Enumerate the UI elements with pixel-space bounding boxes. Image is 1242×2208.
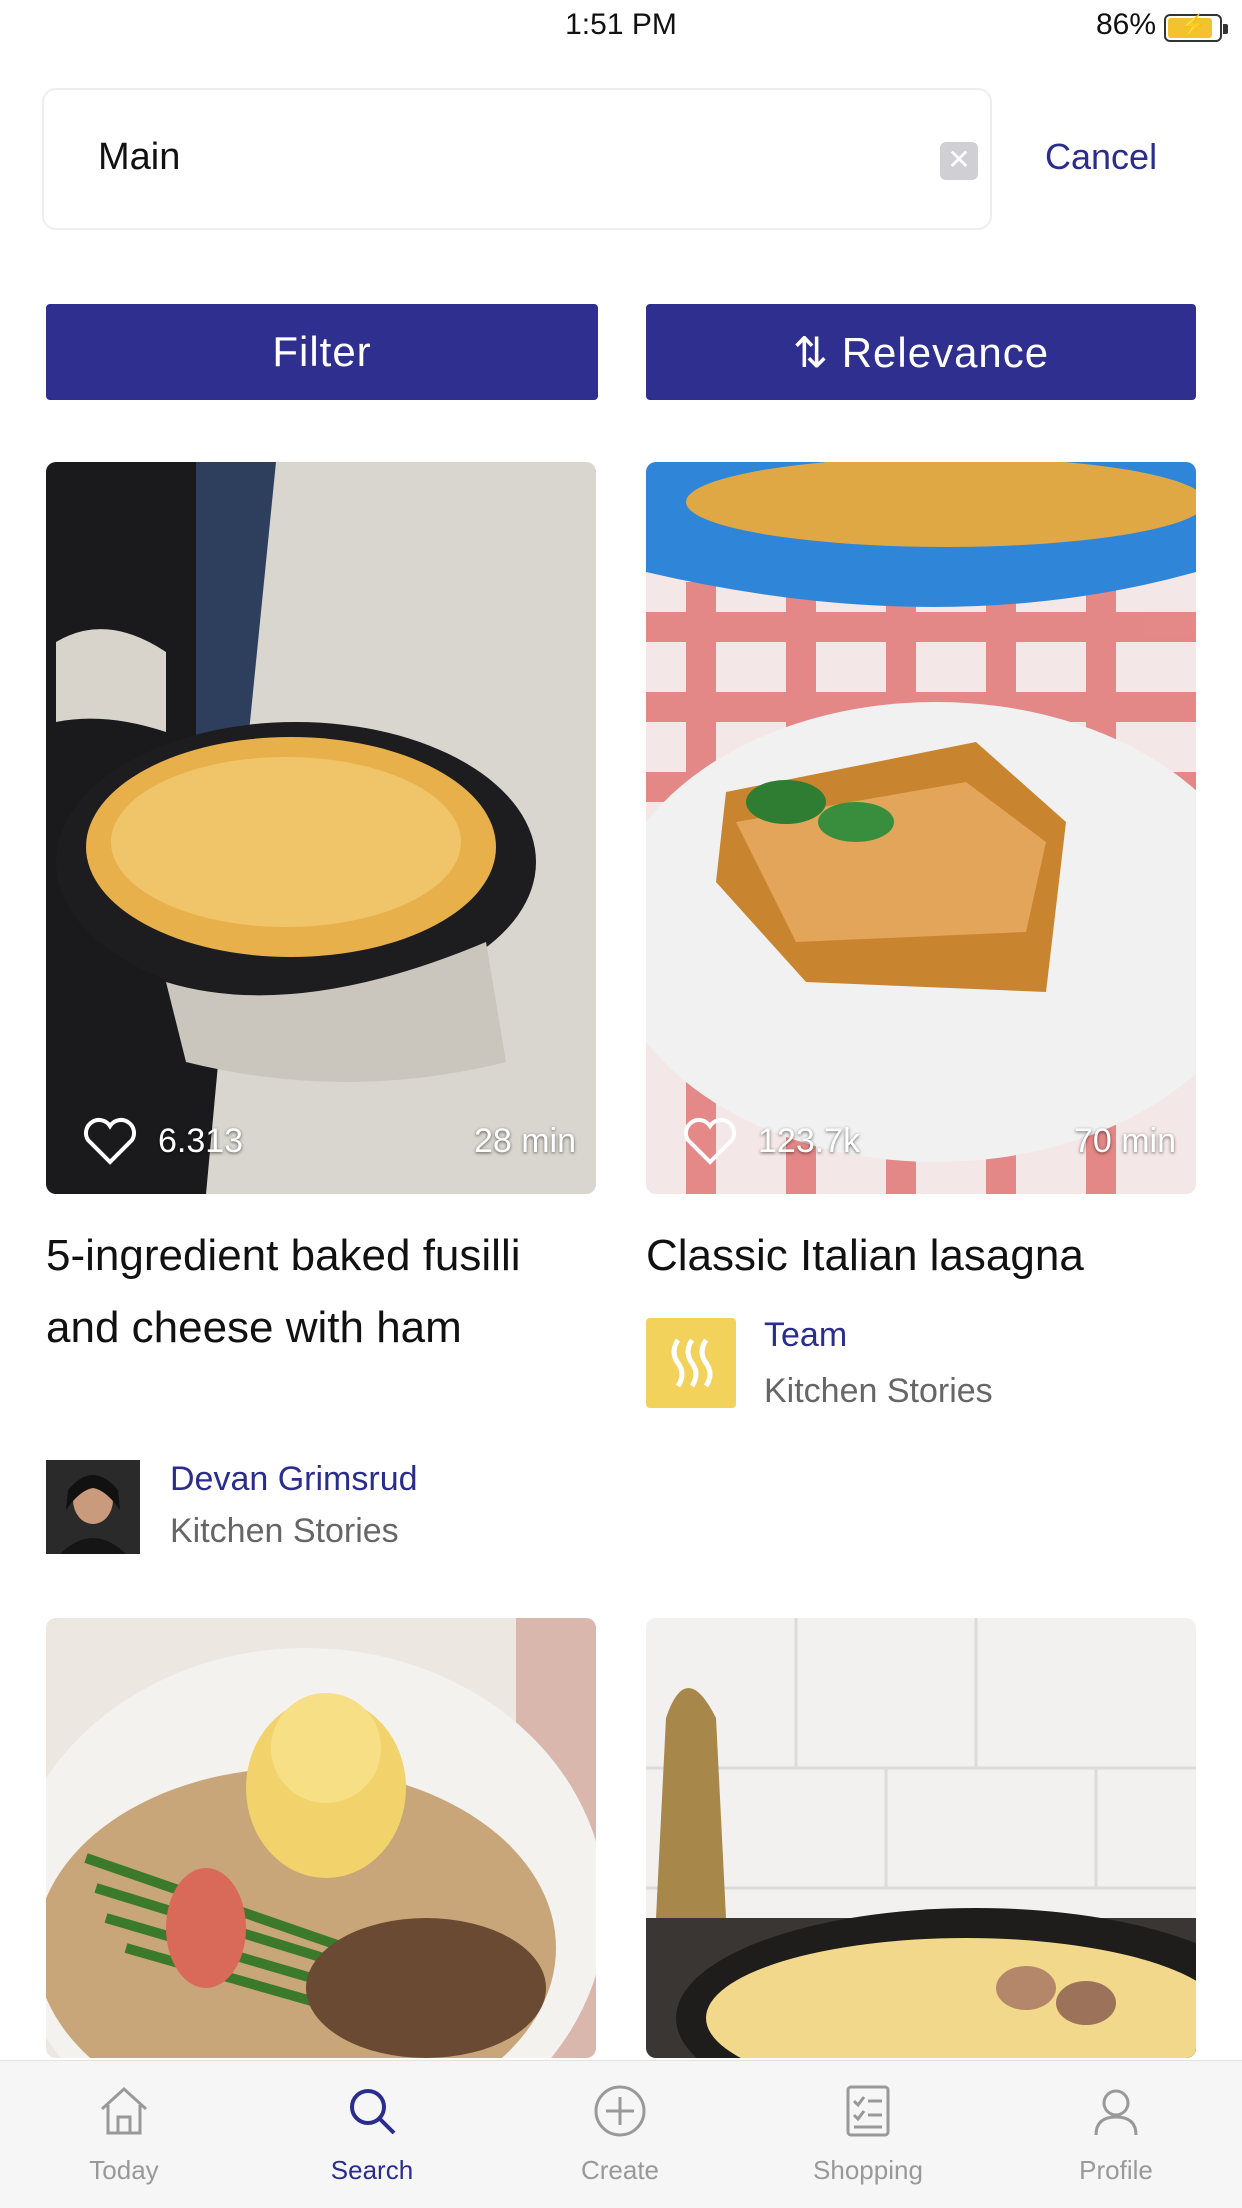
- author-source: Kitchen Stories: [764, 1372, 993, 1410]
- like-count: 6.313: [158, 1122, 244, 1160]
- cancel-button[interactable]: Cancel: [1045, 136, 1157, 178]
- nav-label: Create: [580, 2155, 660, 2185]
- heart-icon[interactable]: [680, 1114, 740, 1166]
- author-avatar[interactable]: [46, 1460, 140, 1554]
- clear-icon[interactable]: ✕: [940, 142, 978, 180]
- nav-label: Today: [89, 2155, 159, 2185]
- search-icon: [350, 2089, 396, 2135]
- sort-relevance-button[interactable]: ⇅ Relevance: [646, 304, 1196, 400]
- nav-label: Shopping: [813, 2155, 923, 2185]
- nav-label: Profile: [1079, 2155, 1153, 2185]
- nav-item-search[interactable]: Search: [302, 2075, 442, 2205]
- author-name[interactable]: Team: [764, 1316, 847, 1355]
- nav-item-create[interactable]: Create: [550, 2075, 690, 2205]
- search-input[interactable]: Main: [98, 136, 180, 179]
- heart-icon[interactable]: [80, 1114, 140, 1166]
- like-count: 123.7k: [758, 1122, 861, 1160]
- kitchen-stories-logo[interactable]: [646, 1318, 736, 1408]
- recipe-image[interactable]: 123.7k 70 min: [646, 462, 1196, 1194]
- nav-item-shopping[interactable]: Shopping: [798, 2075, 938, 2205]
- cook-time: 28 min: [473, 1122, 576, 1160]
- battery-icon: ⚡: [1164, 13, 1228, 42]
- profile-icon: [1094, 2089, 1138, 2136]
- recipe-title[interactable]: 5-ingredient baked fusilli and cheese wi…: [46, 1220, 576, 1364]
- recipe-image[interactable]: [646, 1618, 1196, 2058]
- checklist-icon: [846, 2085, 890, 2137]
- author-name[interactable]: Devan Grimsrud: [170, 1460, 418, 1499]
- nav-item-profile[interactable]: Profile: [1046, 2075, 1186, 2205]
- recipe-title[interactable]: Classic Italian lasagna: [646, 1220, 1206, 1292]
- author-source: Kitchen Stories: [170, 1512, 399, 1550]
- status-bar: 1:51 PM 86% ⚡: [0, 0, 1242, 50]
- search-field[interactable]: Main ✕: [42, 88, 992, 230]
- filter-button[interactable]: Filter: [46, 304, 598, 400]
- home-icon: [100, 2086, 148, 2135]
- recipe-image[interactable]: 6.313 28 min: [46, 462, 596, 1194]
- bottom-nav: Today Search Create Shopping Profile: [0, 2060, 1242, 2208]
- status-time: 1:51 PM: [565, 8, 677, 41]
- recipe-image[interactable]: [46, 1618, 596, 2058]
- plus-circle-icon: [594, 2085, 646, 2137]
- battery-percent: 86%: [1095, 8, 1156, 41]
- nav-item-today[interactable]: Today: [54, 2075, 194, 2205]
- nav-label: Search: [330, 2155, 414, 2185]
- cook-time: 70 min: [1073, 1122, 1176, 1160]
